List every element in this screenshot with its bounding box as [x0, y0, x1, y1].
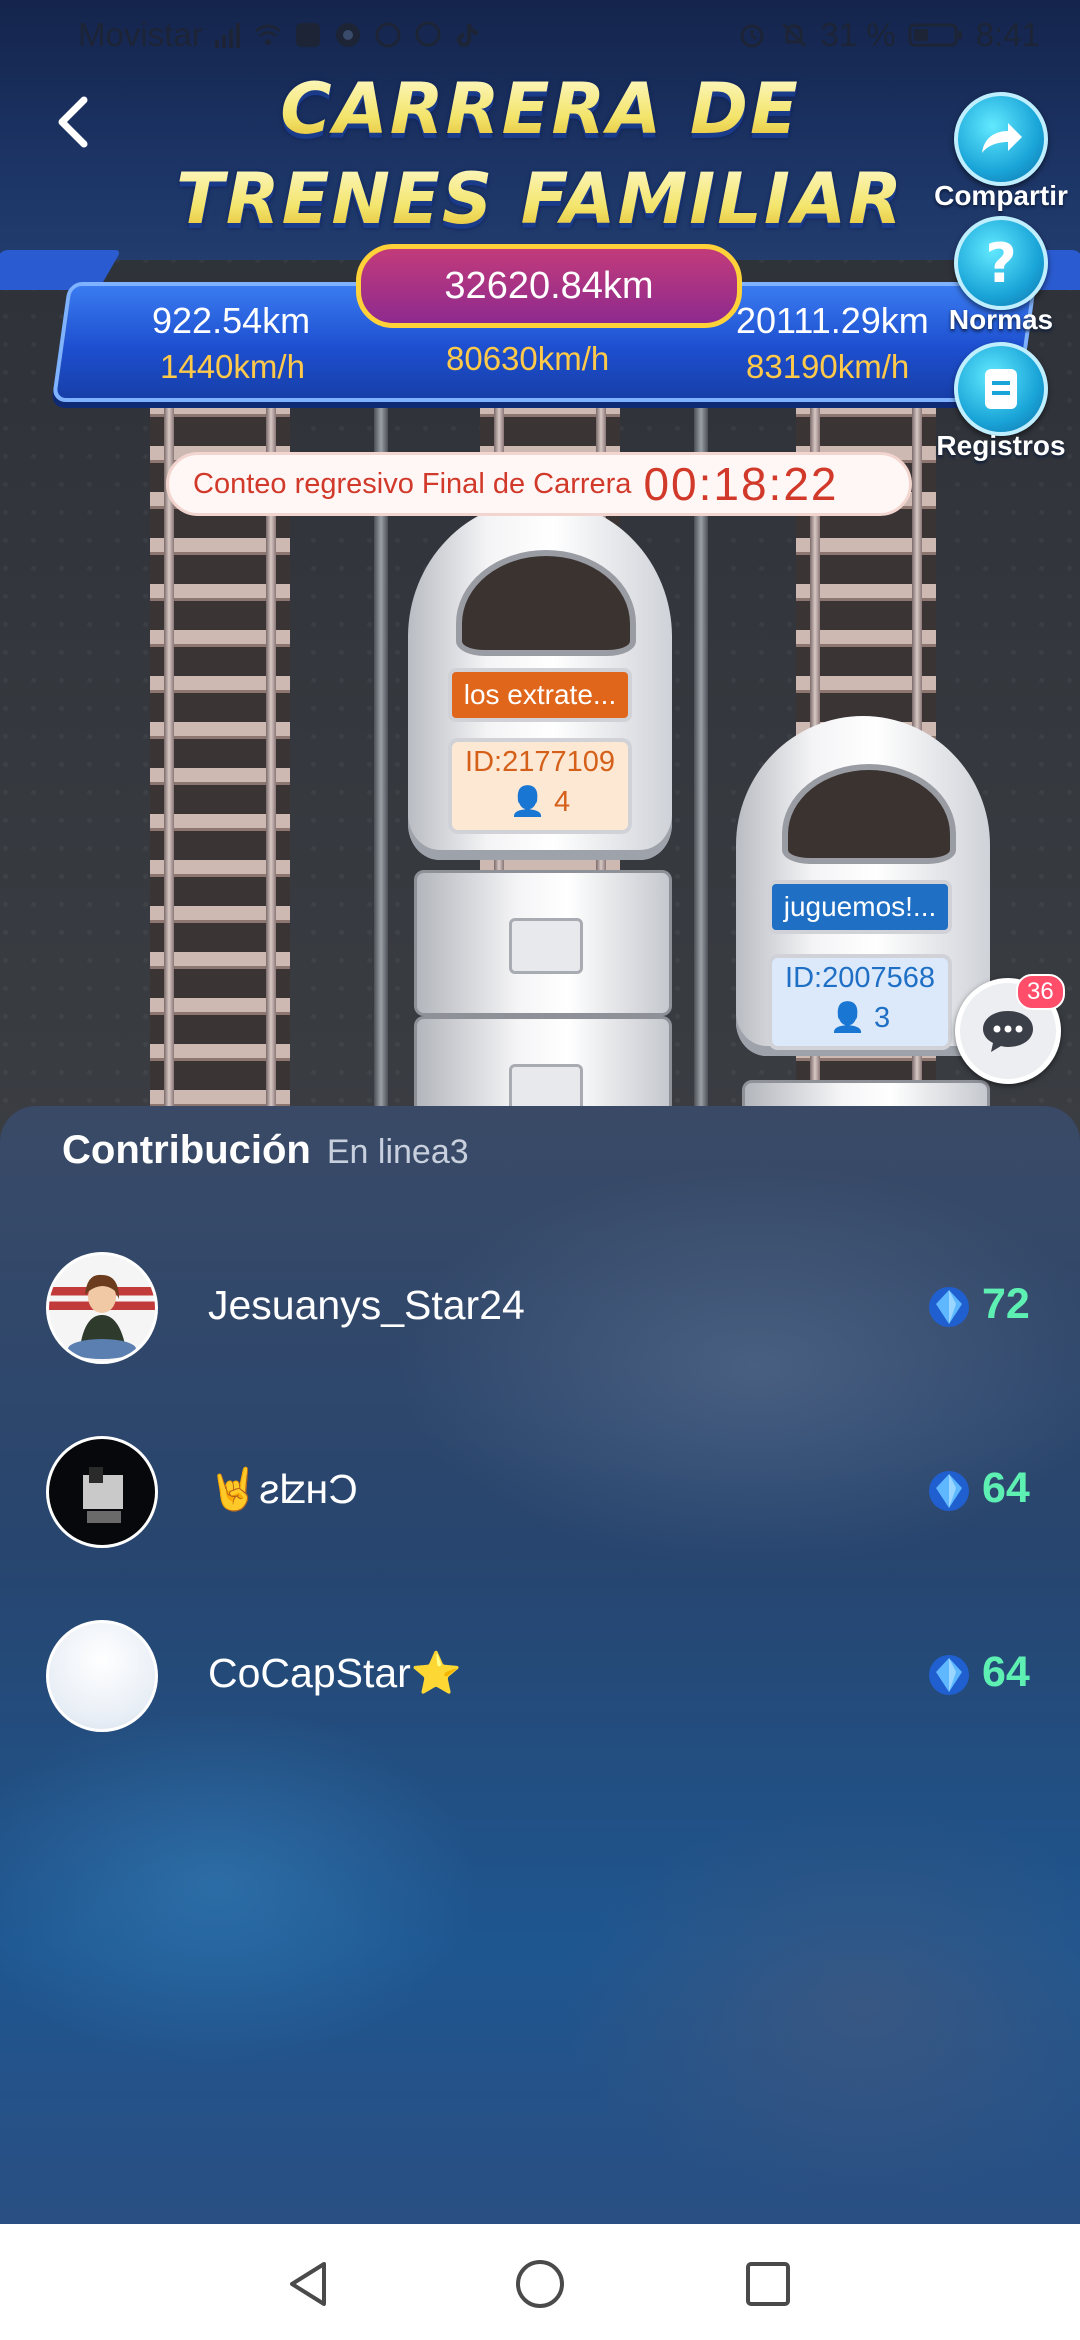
points: 64	[982, 1648, 1030, 1696]
race-scene: los extrate... ID:2177109 👤 4 juguemos!.…	[0, 0, 1080, 1140]
train-right[interactable]: juguemos!... ID:2007568 👤 3	[736, 716, 990, 1056]
train-center[interactable]: los extrate... ID:2177109 👤 4	[408, 500, 672, 860]
username: Jesuanys_Star24	[208, 1282, 525, 1328]
train-id-card: ID:2007568 👤 3	[768, 954, 952, 1050]
username: CoCapStar⭐	[208, 1650, 462, 1696]
avatar[interactable]	[46, 1436, 158, 1548]
records-label: Registros	[936, 430, 1066, 461]
train-team-name: juguemos!...	[768, 880, 952, 934]
share-label: Compartir	[934, 180, 1068, 211]
messenger-icon	[415, 21, 441, 47]
app-icon	[295, 23, 320, 47]
wifi-icon	[254, 24, 281, 45]
tiktok-icon	[456, 24, 478, 47]
contribution-panel: Contribución En linea3 Jesuanys_Star24 7…	[0, 1106, 1080, 2224]
contribution-header: Contribución En linea3	[62, 1128, 469, 1173]
question-icon: ?	[954, 216, 1048, 310]
train-members: 3	[874, 1002, 891, 1034]
records-button[interactable]: Registros	[926, 342, 1076, 462]
status-bar: Movistar 31 % 8:41	[0, 0, 1080, 72]
members-icon: 👤	[509, 786, 546, 818]
whatsapp-icon	[375, 22, 401, 48]
right-speed: 83190km/h	[746, 348, 910, 385]
avatar[interactable]	[46, 1620, 158, 1732]
gem-icon	[929, 1655, 969, 1695]
contribution-row[interactable]: 🤘ƨʫнƆ 64	[0, 1436, 1080, 1556]
mute-icon	[781, 22, 806, 48]
train-id: ID:2177109	[465, 746, 615, 778]
home-circle-icon[interactable]	[510, 2254, 570, 2314]
contribution-row[interactable]: Jesuanys_Star24 72	[0, 1252, 1080, 1372]
train-carriage	[414, 870, 672, 1016]
countdown-banner: Conteo regresivo Final de Carrera 00:18:…	[166, 452, 912, 516]
back-triangle-icon[interactable]	[278, 2254, 338, 2314]
train-id: ID:2007568	[785, 962, 935, 994]
alarm-icon	[740, 24, 764, 48]
gem-icon	[929, 1471, 969, 1511]
members-icon: 👤	[829, 1002, 866, 1034]
online-count: En linea3	[326, 1133, 469, 1171]
recents-square-icon[interactable]	[738, 2254, 798, 2314]
battery-icon	[908, 23, 962, 47]
share-button[interactable]: Compartir	[926, 92, 1076, 212]
left-speed: 1440km/h	[160, 348, 305, 385]
records-icon	[954, 342, 1048, 436]
chat-icon	[983, 1011, 1033, 1052]
share-icon	[954, 92, 1048, 186]
rules-label: Normas	[948, 304, 1054, 335]
chat-badge: 36	[1016, 974, 1065, 1010]
back-button[interactable]	[48, 92, 98, 152]
right-distance: 20111.29km	[736, 300, 929, 341]
points: 72	[982, 1280, 1030, 1328]
title-line-1: CARRERA DE	[0, 68, 1080, 150]
battery-percent: 31 %	[820, 16, 896, 53]
center-speed: 80630km/h	[446, 340, 610, 377]
system-navigation-bar	[0, 2224, 1080, 2340]
points: 64	[982, 1464, 1030, 1512]
train-id-card: ID:2177109 👤 4	[448, 738, 632, 834]
left-distance: 922.54km	[152, 300, 311, 341]
contribution-row[interactable]: CoCapStar⭐ 64	[0, 1620, 1080, 1740]
carrier-name: Movistar	[78, 16, 203, 53]
rules-button[interactable]: ? Normas	[926, 216, 1076, 336]
countdown-label: Conteo regresivo Final de Carrera	[193, 467, 632, 500]
username: 🤘ƨʫнƆ	[208, 1466, 358, 1512]
signal-icon	[214, 23, 240, 48]
title-line-2: TRENES FAMILIAR	[0, 158, 1080, 240]
chevron-left-icon	[58, 96, 88, 148]
chrome-icon	[335, 23, 360, 47]
train-members: 4	[554, 786, 571, 818]
gem-icon	[929, 1287, 969, 1327]
countdown-time: 00:18:22	[643, 458, 839, 510]
avatar[interactable]	[46, 1252, 158, 1364]
total-distance: 32620.84km	[356, 244, 742, 328]
train-team-name: los extrate...	[448, 668, 632, 722]
clock: 8:41	[975, 16, 1040, 53]
contribution-title: Contribución	[62, 1128, 311, 1172]
